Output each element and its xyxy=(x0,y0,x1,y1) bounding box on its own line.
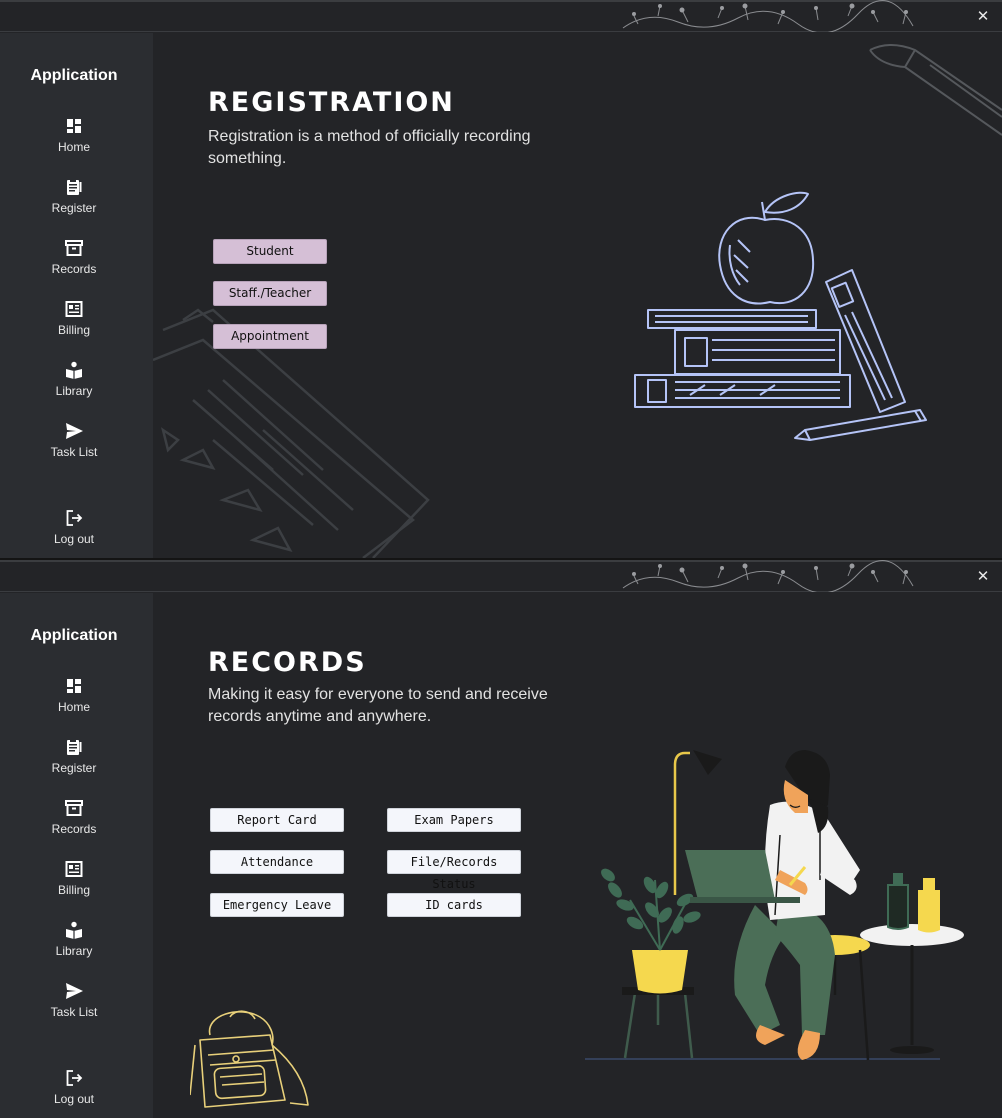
woman-laptop-illustration-icon xyxy=(585,750,964,1061)
floral-decoration-icon xyxy=(622,0,914,32)
exam-papers-button[interactable]: Exam Papers xyxy=(387,808,521,832)
archive-icon xyxy=(65,800,83,816)
sidebar-item-label: Library xyxy=(55,384,93,398)
sidebar-item-label: Log out xyxy=(53,532,95,546)
id-cards-button[interactable]: ID cards xyxy=(387,893,521,917)
book-reader-icon xyxy=(66,361,82,379)
close-button[interactable]: ✕ xyxy=(974,7,992,25)
dashboard-icon xyxy=(67,679,81,693)
floral-decoration-icon xyxy=(622,560,914,592)
student-button[interactable]: Student xyxy=(213,239,327,264)
title-bar: ✕ xyxy=(0,0,1002,32)
page-title: RECORDS xyxy=(208,647,367,678)
sidebar-item-home[interactable]: Home xyxy=(24,116,126,164)
sidebar-item-home[interactable]: Home xyxy=(24,676,126,724)
sidebar-item-label: Register xyxy=(51,761,97,775)
sidebar-item-label: Records xyxy=(51,262,97,276)
app-title: Application xyxy=(30,67,118,84)
sidebar-item-label: Library xyxy=(55,944,93,958)
sidebar-item-records[interactable]: Records xyxy=(24,798,126,846)
clipboard-icon xyxy=(67,179,82,195)
file-records-status-button[interactable]: File/Records Status xyxy=(387,850,521,891)
app-title: Application xyxy=(30,627,118,644)
staff-teacher-button[interactable]: Staff./Teacher xyxy=(213,281,327,306)
book-reader-icon xyxy=(66,921,82,939)
sidebar: Application Home Register Records Billin… xyxy=(0,593,153,1118)
page-description: Registration is a method of officially r… xyxy=(208,128,531,167)
sidebar: Application Home Register Records Billin… xyxy=(0,33,153,558)
report-card-button[interactable]: Report Card xyxy=(210,808,344,832)
dashboard-icon xyxy=(67,119,81,133)
sidebar-item-library[interactable]: Library xyxy=(24,360,126,408)
sidebar-item-log-out[interactable]: Log out xyxy=(24,1068,126,1116)
send-icon xyxy=(66,423,83,439)
sidebar-item-label: Register xyxy=(51,201,97,215)
records-window: ✕ Application Home Register Records Bill… xyxy=(0,560,1002,1118)
sidebar-item-register[interactable]: Register xyxy=(24,737,126,785)
emergency-leave-button[interactable]: Emergency Leave xyxy=(210,893,344,917)
sidebar-item-register[interactable]: Register xyxy=(24,177,126,225)
clipboard-icon xyxy=(67,739,82,755)
attendance-button[interactable]: Attendance xyxy=(210,850,344,874)
sidebar-item-label: Billing xyxy=(57,323,90,337)
title-bar: ✕ xyxy=(0,560,1002,592)
sidebar-item-task-list[interactable]: Task List xyxy=(24,981,126,1029)
sidebar-item-label: Log out xyxy=(53,1092,95,1106)
close-button[interactable]: ✕ xyxy=(974,567,992,585)
sidebar-item-library[interactable]: Library xyxy=(24,920,126,968)
receipt-icon xyxy=(65,861,83,877)
logout-icon xyxy=(66,1070,83,1086)
sidebar-item-label: Task List xyxy=(50,1005,98,1019)
sidebar-item-billing[interactable]: Billing xyxy=(24,299,126,347)
sidebar-item-label: Billing xyxy=(57,883,90,897)
send-icon xyxy=(66,983,83,999)
sidebar-item-task-list[interactable]: Task List xyxy=(24,421,126,469)
logout-icon xyxy=(66,510,83,526)
page-description: Making it easy for everyone to send and … xyxy=(208,686,548,725)
sidebar-item-billing[interactable]: Billing xyxy=(24,859,126,907)
sidebar-item-label: Home xyxy=(57,700,90,714)
backpack-sketch-icon xyxy=(190,1010,309,1108)
page-title: REGISTRATION xyxy=(208,87,455,118)
apple-books-illustration-icon xyxy=(634,191,927,441)
sidebar-item-log-out[interactable]: Log out xyxy=(24,508,126,556)
sidebar-item-label: Task List xyxy=(50,445,98,459)
appointment-button[interactable]: Appointment xyxy=(213,324,327,349)
sidebar-item-label: Records xyxy=(51,822,97,836)
registration-window: ✕ Application Home Register Records Bill… xyxy=(0,0,1002,558)
pen-sketch-icon xyxy=(869,44,1002,136)
receipt-icon xyxy=(65,301,83,317)
sidebar-item-label: Home xyxy=(57,140,90,154)
sidebar-item-records[interactable]: Records xyxy=(24,238,126,286)
archive-icon xyxy=(65,240,83,256)
